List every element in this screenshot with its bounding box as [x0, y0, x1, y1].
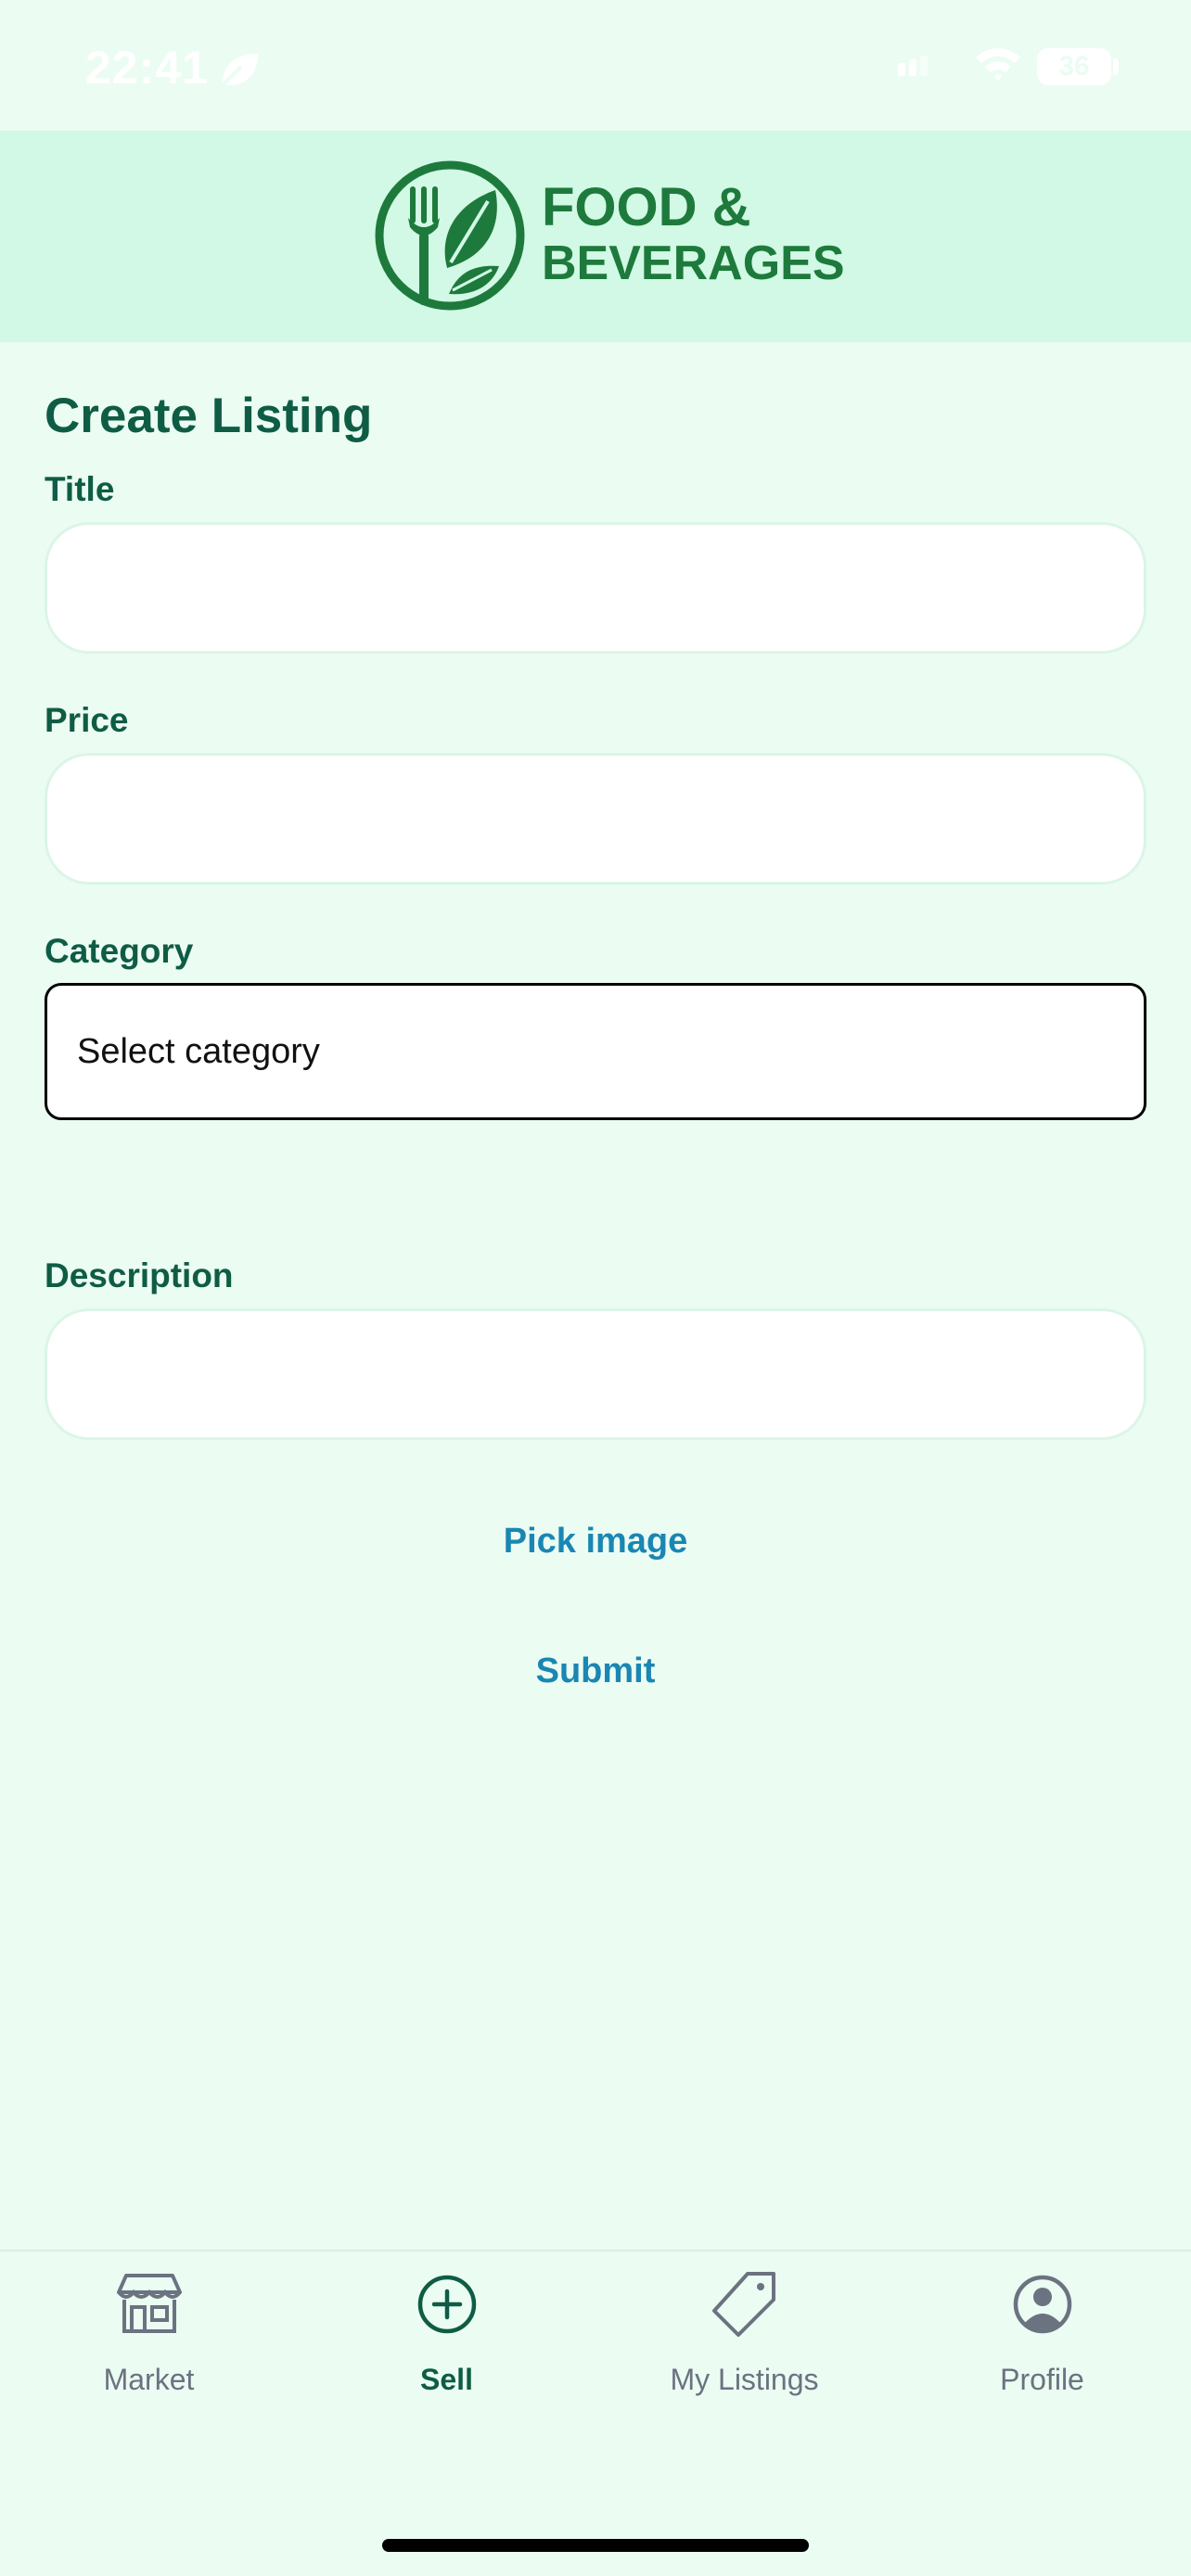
status-bar: 22:41 36 — [0, 0, 1191, 131]
user-circle-icon — [1013, 2275, 1072, 2334]
tab-market-label: Market — [103, 2363, 195, 2396]
tab-sell-label: Sell — [420, 2363, 473, 2396]
signal-icon — [898, 56, 928, 76]
tab-profile-label: Profile — [1000, 2363, 1084, 2396]
title-input[interactable] — [45, 522, 1146, 654]
category-label: Category — [45, 932, 194, 970]
brand-name-line2: BEVERAGES — [542, 236, 845, 290]
submit-button[interactable]: Submit — [0, 1643, 1191, 1699]
plus-circle-icon — [417, 2275, 477, 2334]
home-indicator — [382, 2539, 809, 2552]
bottom-tab-bar: Market Sell My Listings Profile — [0, 2250, 1191, 2576]
battery-tip — [1113, 58, 1119, 75]
tab-sell[interactable]: Sell — [298, 2270, 596, 2409]
category-select[interactable]: Select category — [45, 983, 1146, 1120]
description-label: Description — [45, 1256, 234, 1294]
tab-profile[interactable]: Profile — [893, 2270, 1191, 2409]
brand-name-line1: FOOD & — [542, 177, 751, 237]
tab-market[interactable]: Market — [0, 2270, 298, 2409]
tag-icon — [712, 2272, 775, 2337]
leaf-icon — [219, 54, 258, 89]
description-input[interactable] — [45, 1308, 1146, 1440]
pick-image-button[interactable]: Pick image — [0, 1513, 1191, 1569]
create-listing-screen: 22:41 36 FOOD & BEVERAGES Create Listing… — [0, 0, 1191, 2576]
title-label: Title — [45, 470, 115, 508]
app-header: FOOD & BEVERAGES — [0, 131, 1191, 342]
battery-icon: 36 — [1037, 48, 1111, 85]
price-label: Price — [45, 701, 129, 739]
page-title: Create Listing — [45, 389, 373, 443]
storefront-icon — [117, 2274, 182, 2333]
fork-leaf-logo-icon — [375, 160, 525, 311]
status-time: 22:41 — [85, 42, 209, 94]
category-select-value: Select category — [77, 1032, 320, 1071]
tab-my-listings[interactable]: My Listings — [596, 2270, 893, 2409]
wifi-icon — [976, 48, 1020, 82]
price-input[interactable] — [45, 753, 1146, 885]
tab-my-listings-label: My Listings — [670, 2363, 819, 2396]
